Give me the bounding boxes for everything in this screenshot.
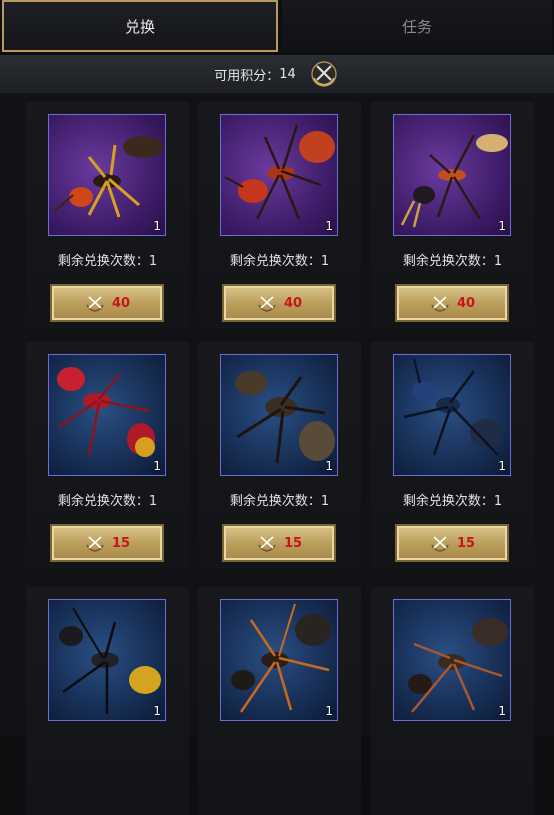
ant-icon xyxy=(231,603,331,713)
exchange-item-card[interactable]: 1 xyxy=(371,587,534,815)
remaining-value: 1 xyxy=(320,254,330,269)
ant-icon xyxy=(235,371,335,464)
item-thumbnail[interactable]: 1 xyxy=(393,114,511,236)
exchange-item-card[interactable]: 1 剩余兑换次数：1 40 xyxy=(26,102,189,330)
redeem-button[interactable]: 15 xyxy=(395,524,509,562)
points-label: 可用积分： xyxy=(214,68,280,84)
exchange-item-card[interactable]: 1 剩余兑换次数：1 15 xyxy=(371,342,534,570)
remaining-value: 1 xyxy=(148,254,158,269)
exchange-item-card[interactable]: 1 剩余兑换次数：1 40 xyxy=(198,102,361,330)
exchange-item-card[interactable]: 1 剩余兑换次数：1 15 xyxy=(198,342,361,570)
ant-icon xyxy=(224,124,335,220)
item-quantity: 1 xyxy=(325,219,333,233)
item-quantity: 1 xyxy=(498,219,506,233)
redeem-button[interactable]: 40 xyxy=(50,284,164,322)
remaining-count: 剩余兑换次数：1 xyxy=(26,250,189,269)
remaining-count: 剩余兑换次数：1 xyxy=(371,490,534,509)
crossed-swords-laurel-icon xyxy=(431,296,449,312)
remaining-label: 剩余兑换次数： xyxy=(57,254,149,269)
price-value: 40 xyxy=(283,295,303,311)
ant-icon xyxy=(408,618,508,713)
remaining-count: 剩余兑换次数：1 xyxy=(371,250,534,269)
points-value: 14 xyxy=(279,66,296,82)
points-bar: 可用积分： 14 xyxy=(0,55,554,93)
item-quantity: 1 xyxy=(325,459,333,473)
exchange-item-card[interactable]: 1 剩余兑换次数：1 15 xyxy=(26,342,189,570)
item-thumbnail[interactable]: 1 xyxy=(393,354,511,476)
item-thumbnail[interactable]: 1 xyxy=(393,599,511,721)
tab-exchange[interactable]: 兑换 xyxy=(2,0,278,52)
crossed-swords-laurel-icon xyxy=(431,536,449,552)
tab-tasks-label: 任务 xyxy=(401,17,432,36)
remaining-count: 剩余兑换次数：1 xyxy=(198,490,361,509)
item-quantity: 1 xyxy=(325,704,333,718)
price-value: 15 xyxy=(111,535,131,551)
ant-icon xyxy=(403,358,502,456)
ant-icon xyxy=(57,367,155,457)
item-quantity: 1 xyxy=(498,459,506,473)
item-quantity: 1 xyxy=(153,459,161,473)
remaining-value: 1 xyxy=(148,494,158,509)
crossed-swords-laurel-icon xyxy=(311,61,337,87)
remaining-label: 剩余兑换次数： xyxy=(229,254,321,269)
crossed-swords-laurel-icon xyxy=(258,536,276,552)
remaining-label: 剩余兑换次数： xyxy=(402,254,494,269)
tab-bar: 兑换 任务 xyxy=(0,0,554,53)
tab-tasks[interactable]: 任务 xyxy=(282,0,552,52)
exchange-item-card[interactable]: 1 xyxy=(26,587,189,815)
exchange-item-card[interactable]: 1 剩余兑换次数：1 40 xyxy=(371,102,534,330)
ant-icon xyxy=(54,136,163,218)
price-value: 40 xyxy=(456,295,476,311)
price-value: 40 xyxy=(111,295,131,311)
redeem-button[interactable]: 15 xyxy=(222,524,336,562)
remaining-count: 剩余兑换次数：1 xyxy=(198,250,361,269)
item-thumbnail[interactable]: 1 xyxy=(48,354,166,476)
remaining-label: 剩余兑换次数： xyxy=(229,494,321,509)
item-thumbnail[interactable]: 1 xyxy=(48,114,166,236)
crossed-swords-laurel-icon xyxy=(86,296,104,312)
item-quantity: 1 xyxy=(153,704,161,718)
redeem-button[interactable]: 15 xyxy=(50,524,164,562)
price-value: 15 xyxy=(456,535,476,551)
item-quantity: 1 xyxy=(498,704,506,718)
redeem-button[interactable]: 40 xyxy=(222,284,336,322)
tab-exchange-label: 兑换 xyxy=(124,17,155,36)
remaining-value: 1 xyxy=(493,494,503,509)
remaining-value: 1 xyxy=(493,254,503,269)
remaining-value: 1 xyxy=(320,494,330,509)
item-thumbnail[interactable]: 1 xyxy=(220,114,338,236)
item-thumbnail[interactable]: 1 xyxy=(220,599,338,721)
item-grid: 1 剩余兑换次数：1 40 1 剩余兑换次数：1 40 1 剩余兑换次数：1 4… xyxy=(0,93,554,815)
remaining-count: 剩余兑换次数：1 xyxy=(26,490,189,509)
item-thumbnail[interactable]: 1 xyxy=(48,599,166,721)
item-thumbnail[interactable]: 1 xyxy=(220,354,338,476)
ant-icon xyxy=(59,607,161,714)
item-quantity: 1 xyxy=(153,219,161,233)
crossed-swords-laurel-icon xyxy=(86,536,104,552)
exchange-item-card[interactable]: 1 xyxy=(198,587,361,815)
redeem-button[interactable]: 40 xyxy=(395,284,509,322)
ant-icon xyxy=(400,134,508,228)
remaining-label: 剩余兑换次数： xyxy=(57,494,149,509)
crossed-swords-laurel-icon xyxy=(258,296,276,312)
price-value: 15 xyxy=(283,535,303,551)
remaining-label: 剩余兑换次数： xyxy=(402,494,494,509)
